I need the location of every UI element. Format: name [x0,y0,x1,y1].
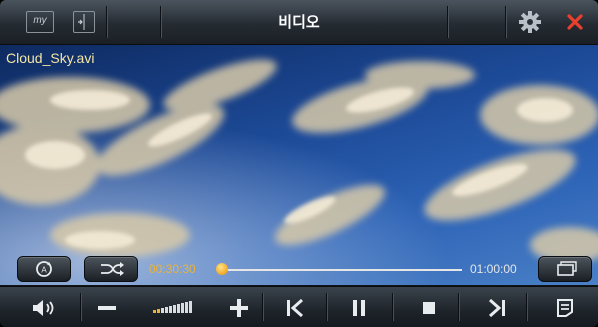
repeat-button[interactable]: A [17,256,71,282]
volume-segment [169,306,172,314]
cloud-sky-image [0,45,598,285]
volume-segment [157,309,160,314]
next-icon [489,298,505,317]
control-bar [0,286,598,327]
volume-segment [185,301,188,314]
stop-button[interactable] [414,287,444,327]
repeat-icon: A [36,261,52,277]
video-frame[interactable]: Cloud_Sky.avi [0,45,598,285]
volume-segment [161,308,164,314]
divider [447,6,448,38]
volume-down-button[interactable] [94,287,120,327]
volume-segment [177,303,180,314]
shuffle-icon [101,262,124,276]
svg-text:A: A [41,266,47,275]
video-filename: Cloud_Sky.avi [6,50,95,66]
volume-up-icon [230,298,248,317]
next-button[interactable] [482,287,512,327]
divider [505,6,506,38]
divider [326,293,327,321]
volume-segment [189,300,192,314]
gear-icon[interactable] [519,11,541,33]
divider [392,293,393,321]
current-time: 00:30:30 [149,262,196,276]
previous-icon [287,298,303,317]
title-bar: my 비디오 [0,0,598,45]
page-title: 비디오 [278,13,320,31]
seek-knob[interactable] [216,263,228,275]
pause-icon [353,299,365,316]
divider [526,293,527,321]
volume-segment [165,307,168,314]
divider [262,293,263,321]
shuffle-button[interactable] [84,256,138,282]
volume-bar[interactable] [136,287,210,327]
seek-bar[interactable] [222,269,462,271]
volume-segment [153,310,156,314]
volume-segment [181,302,184,314]
volume-down-icon [98,305,116,310]
divider [458,293,459,321]
fullscreen-icon [557,261,577,276]
volume-up-button[interactable] [226,287,252,327]
total-time: 01:00:00 [470,262,517,276]
stop-icon [423,301,435,314]
playlist-button[interactable] [550,287,580,327]
mute-button[interactable] [26,287,66,327]
volume-level-indicator [153,300,193,315]
fullscreen-button[interactable] [538,256,592,282]
divider [80,293,81,321]
volume-segment [173,304,176,314]
video-player-window: my 비디오 Cloud_Sky.avi A 00:30:30 01:00:00 [0,0,598,327]
close-icon[interactable] [567,14,583,30]
previous-button[interactable] [280,287,310,327]
pause-button[interactable] [344,287,374,327]
playlist-icon [557,298,573,317]
speaker-icon [33,299,54,316]
